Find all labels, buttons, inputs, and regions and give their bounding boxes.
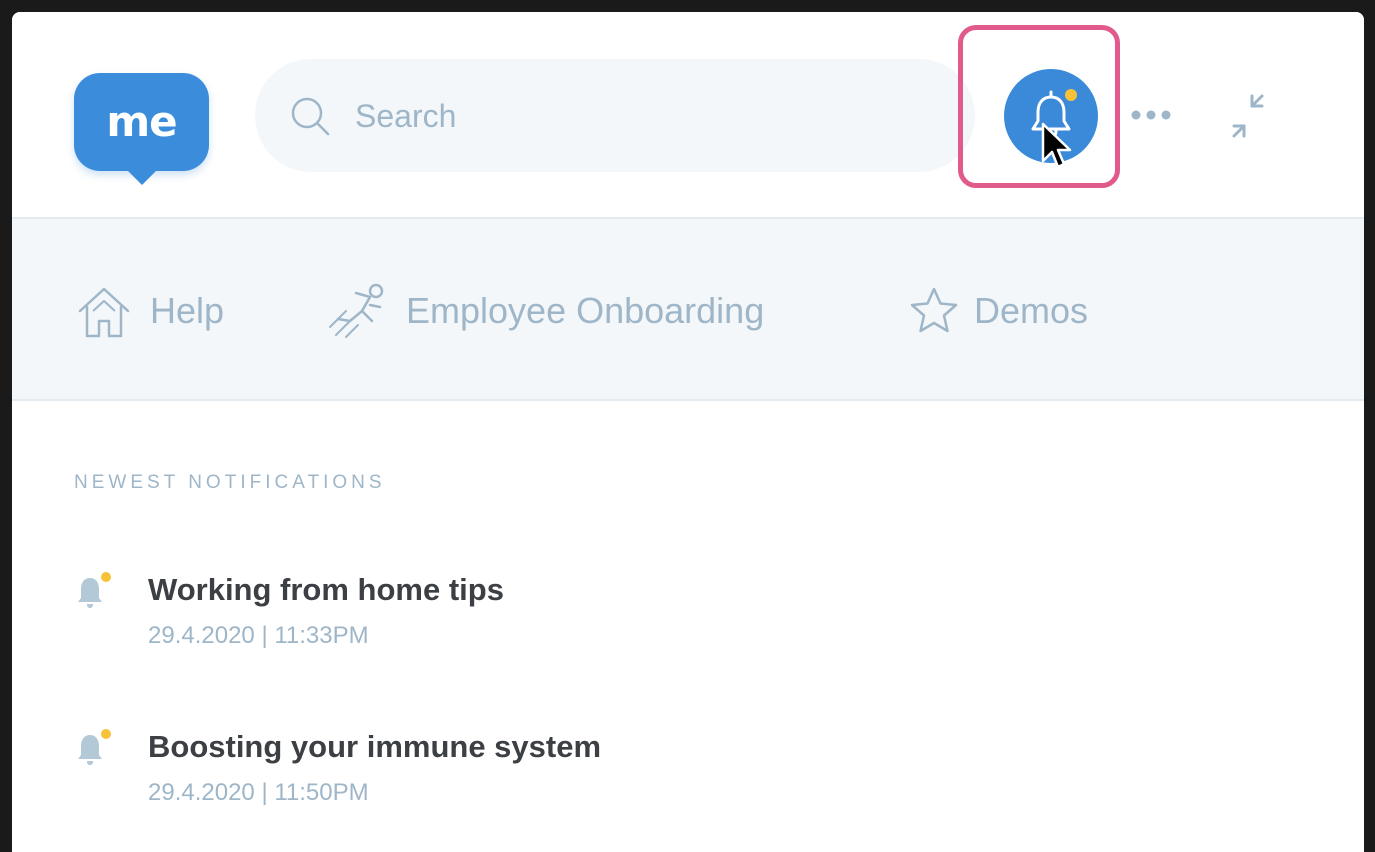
app-logo[interactable]: me [74, 73, 209, 185]
notification-title: Boosting your immune system [148, 729, 602, 764]
star-icon [910, 287, 958, 333]
search-input[interactable] [355, 95, 855, 137]
notification-panel: me Search Help Employee Onboarding Demos… [12, 12, 1364, 852]
nav-label-demos: Demos [974, 290, 1089, 331]
section-title: NEWEST NOTIFICATIONS [74, 472, 386, 493]
notification-title: Working from home tips [148, 572, 504, 607]
notification-timestamp: 29.4.2020 | 11:50PM [148, 779, 369, 806]
runner-icon [329, 283, 384, 338]
header: me [12, 12, 1364, 219]
nav-label-help: Help [150, 290, 225, 331]
collapse-icon[interactable] [1222, 90, 1274, 142]
nav-item-demos[interactable]: Demos [908, 281, 1088, 341]
mouse-cursor-icon [1041, 122, 1072, 169]
nav-item-help[interactable]: Help [74, 281, 224, 341]
bell-icon [78, 572, 111, 608]
notification-item[interactable]: Working from home tips 29.4.2020 | 11:33… [74, 572, 1274, 662]
logo-text: me [106, 97, 177, 146]
search-bar[interactable] [255, 59, 975, 172]
home-icon [78, 287, 130, 338]
nav-bar: Help Employee Onboarding Demos [12, 219, 1364, 401]
nav-label-employee-onboarding: Employee Onboarding [406, 290, 765, 331]
more-options-button[interactable] [1127, 100, 1177, 130]
bell-icon [78, 729, 111, 765]
nav-item-employee-onboarding[interactable]: Employee Onboarding [326, 281, 764, 341]
notification-item[interactable]: Boosting your immune system 29.4.2020 | … [74, 729, 1274, 819]
notification-timestamp: 29.4.2020 | 11:33PM [148, 622, 369, 649]
search-icon [291, 97, 330, 136]
